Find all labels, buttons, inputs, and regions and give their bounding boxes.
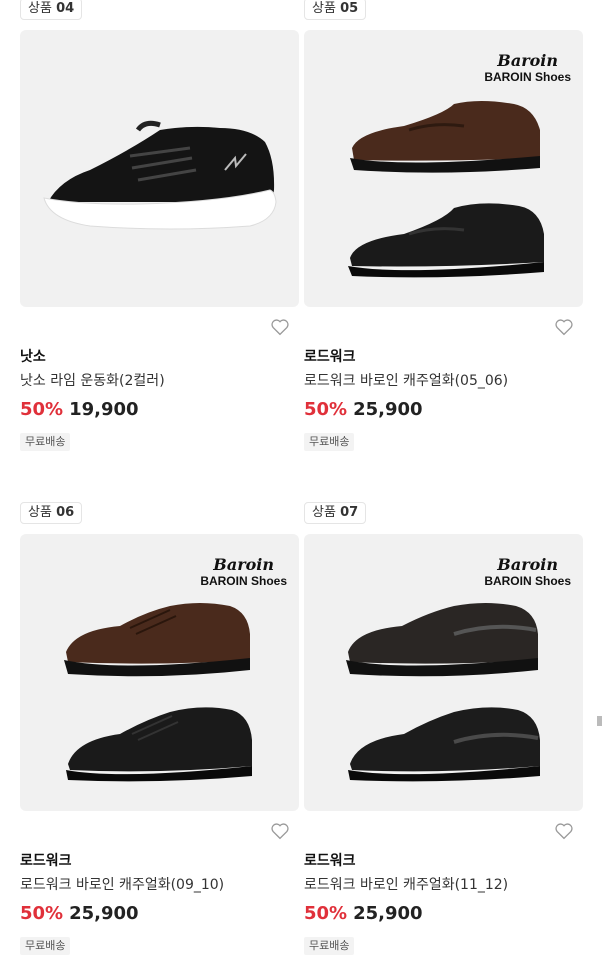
free-shipping-tag: 무료배송 [20,937,71,955]
product-image[interactable]: Baroin BAROIN Shoes [304,30,583,307]
product-number-badge: 상품 05 [304,0,367,20]
sale-price: 19,900 [69,399,139,420]
free-shipping-tag: 무료배송 [304,433,355,451]
scrollbar-thumb[interactable] [597,716,602,726]
product-image[interactable]: Baroin BAROIN Shoes [20,534,299,811]
heart-icon[interactable] [270,318,290,336]
price-row: 50% 25,900 [304,399,423,420]
heart-icon[interactable] [554,318,574,336]
casual-shoe-pair-image [346,603,540,782]
product-image[interactable] [20,30,299,307]
product-number-badge: 상품 06 [20,502,83,524]
discount-rate: 50% [304,903,348,924]
product-name[interactable]: 낫소 라임 운동화(2컬러) [20,370,165,390]
price-row: 50% 19,900 [20,399,139,420]
product-number-badge: 상품 04 [20,0,83,20]
discount-rate: 50% [304,399,348,420]
free-shipping-tag: 무료배송 [304,937,355,955]
discount-rate: 50% [20,903,64,924]
discount-rate: 50% [20,399,64,420]
sale-price: 25,900 [353,399,423,420]
heart-icon[interactable] [270,822,290,840]
brand-name: 로드워크 [304,349,356,365]
heart-icon[interactable] [554,822,574,840]
sale-price: 25,900 [353,903,423,924]
price-row: 50% 25,900 [20,903,139,924]
price-row: 50% 25,900 [304,903,423,924]
product-name[interactable]: 로드워크 바로인 캐주얼화(09_10) [20,874,224,894]
product-grid: 상품 04 낫소 낫소 라임 운동화(2컬러) 50% 19,900 무료배송 상… [0,0,603,960]
product-number-badge: 상품 07 [304,502,367,524]
free-shipping-tag: 무료배송 [20,433,71,451]
brand-name: 낫소 [20,349,46,365]
sale-price: 25,900 [69,903,139,924]
brand-name: 로드워크 [304,853,356,869]
casual-shoe-pair-image [64,603,252,782]
sneaker-image [43,120,277,230]
product-name[interactable]: 로드워크 바로인 캐주얼화(11_12) [304,874,508,894]
brand-name: 로드워크 [20,853,72,869]
product-image[interactable]: Baroin BAROIN Shoes [304,534,583,811]
product-name[interactable]: 로드워크 바로인 캐주얼화(05_06) [304,370,508,390]
loafer-pair-image [348,101,544,278]
